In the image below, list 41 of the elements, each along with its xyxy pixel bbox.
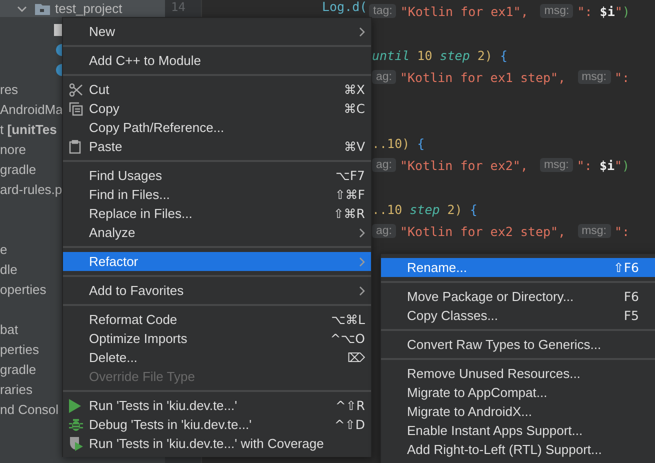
code-token: { [416, 136, 425, 150]
code-token: { [468, 202, 478, 216]
code-token: , [558, 70, 566, 84]
parameter-hint: ag: [372, 158, 396, 172]
code-token: "Kotlin for ex2 step" [400, 224, 558, 238]
code-token: Log.d( [322, 0, 368, 14]
code-token: $i [600, 4, 615, 18]
code-token: ) [622, 4, 630, 18]
code-token: ..10 [372, 202, 404, 216]
tree-label: raries [0, 382, 33, 398]
tree-label: test_project [55, 0, 122, 16]
code-token: 10 [416, 48, 434, 62]
parameter-hint: msg: [578, 224, 610, 238]
tree-label: e [0, 242, 8, 258]
code-token: ": [577, 4, 594, 18]
code-token: ..10) [372, 136, 410, 150]
code-token: " [614, 4, 622, 18]
code-token: "Kotlin for ex2" [400, 158, 520, 172]
code-token: ": [614, 224, 630, 238]
code-token: step [440, 48, 470, 62]
code-token: step [410, 202, 440, 216]
parameter-hint: msg: [578, 70, 610, 84]
code-token: , [558, 224, 566, 238]
code-token: "Kotlin for ex1" [400, 4, 521, 18]
parameter-hint: ag: [372, 224, 396, 238]
parameter-hint: tag: [369, 4, 396, 18]
code-token: "Kotlin for ex1 step" [400, 70, 558, 84]
code-token: 2) [446, 202, 462, 216]
code-token: , [520, 158, 528, 172]
parameter-hint: ag: [372, 70, 396, 84]
parameter-hint: msg: [540, 158, 573, 172]
code-token: { [498, 48, 508, 62]
code-token: " [614, 158, 622, 172]
parameter-hint: msg: [540, 4, 574, 18]
code-token: ": [576, 158, 593, 172]
code-token: $i [599, 158, 615, 172]
code-token: ": [614, 70, 630, 84]
code-token: ) [622, 158, 630, 172]
code-token: until [372, 48, 410, 62]
code-token: 2) [476, 48, 492, 62]
code-token: , [520, 4, 528, 18]
